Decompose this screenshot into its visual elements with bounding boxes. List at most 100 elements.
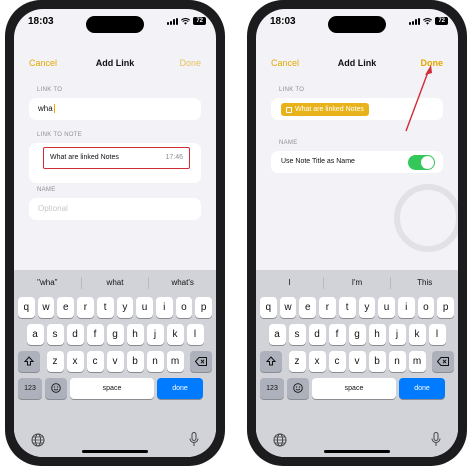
screen-right: 18:03 72 Cancel Add Link Done LINK TO Wh… [256, 9, 458, 457]
delete-key[interactable] [432, 351, 454, 372]
key-u[interactable]: u [378, 297, 395, 318]
name-field[interactable]: Optional [29, 198, 201, 220]
key-a[interactable]: a [268, 324, 286, 345]
note-suggestion-item[interactable]: What are linked Notes 17:46 [43, 147, 190, 169]
key-q[interactable]: q [259, 297, 277, 318]
key-m[interactable]: m [408, 351, 426, 372]
key-j[interactable]: j [388, 324, 406, 345]
key-a[interactable]: a [26, 324, 44, 345]
key-e[interactable]: e [57, 297, 75, 318]
mic-icon[interactable] [189, 432, 199, 447]
key-f[interactable]: f [86, 324, 104, 345]
globe-icon[interactable] [31, 433, 45, 447]
suggestion-3[interactable]: what's [149, 274, 216, 292]
key-y[interactable]: y [116, 297, 134, 318]
shift-key[interactable] [260, 351, 282, 372]
key-row-3: z x c v b n m [18, 351, 212, 372]
keyboard: "wha" what what's q w e r t y u i o p a … [14, 270, 216, 457]
status-icons: 72 [167, 17, 206, 25]
key-s[interactable]: s [288, 324, 306, 345]
key-l[interactable]: l [428, 324, 446, 345]
screenshot-pair: 18:03 72 Cancel Add Link Done LINK TO wh… [0, 0, 474, 466]
key-s[interactable]: s [46, 324, 64, 345]
key-f[interactable]: f [328, 324, 346, 345]
key-k[interactable]: k [408, 324, 426, 345]
emoji-icon [293, 383, 303, 393]
key-c[interactable]: c [328, 351, 346, 372]
key-y[interactable]: y [358, 297, 376, 318]
key-x[interactable]: x [308, 351, 326, 372]
key-z[interactable]: z [288, 351, 306, 372]
space-key[interactable]: space [312, 378, 396, 399]
key-h[interactable]: h [126, 324, 144, 345]
mic-icon[interactable] [431, 432, 441, 447]
key-w[interactable]: w [279, 297, 297, 318]
key-i[interactable]: i [155, 297, 173, 318]
key-b[interactable]: b [368, 351, 386, 372]
phone-right: 18:03 72 Cancel Add Link Done LINK TO Wh… [247, 0, 467, 466]
key-z[interactable]: z [46, 351, 64, 372]
key-l[interactable]: l [186, 324, 204, 345]
key-n[interactable]: n [146, 351, 164, 372]
key-row-2: a s d f g h j k l [268, 324, 446, 345]
emoji-key[interactable] [287, 378, 309, 399]
home-indicator [324, 450, 390, 453]
done-key[interactable]: done [157, 378, 203, 399]
nav-bar: Cancel Add Link Done [14, 58, 216, 74]
emoji-key[interactable] [45, 378, 67, 399]
key-c[interactable]: c [86, 351, 104, 372]
key-o[interactable]: o [175, 297, 193, 318]
key-o[interactable]: o [417, 297, 435, 318]
space-key[interactable]: space [70, 378, 154, 399]
globe-icon[interactable] [273, 433, 287, 447]
key-p[interactable]: p [437, 297, 455, 318]
key-k[interactable]: k [166, 324, 184, 345]
done-key[interactable]: done [399, 378, 445, 399]
key-w[interactable]: w [37, 297, 55, 318]
delete-key[interactable] [190, 351, 212, 372]
name-placeholder: Optional [38, 204, 68, 213]
key-r[interactable]: r [77, 297, 94, 318]
suggestion-2[interactable]: what [82, 274, 149, 292]
note-suggestions-list: What are linked Notes 17:46 [29, 143, 201, 183]
key-h[interactable]: h [368, 324, 386, 345]
shift-key[interactable] [18, 351, 40, 372]
dynamic-island [86, 16, 144, 33]
numbers-key[interactable]: 123 [260, 378, 284, 399]
key-d[interactable]: d [308, 324, 326, 345]
key-g[interactable]: g [106, 324, 124, 345]
link-to-input[interactable]: wha [38, 104, 55, 114]
key-v[interactable]: v [106, 351, 124, 372]
status-time: 18:03 [28, 16, 54, 27]
key-m[interactable]: m [166, 351, 184, 372]
suggestion-1[interactable]: "wha" [14, 274, 81, 292]
key-t[interactable]: t [338, 297, 356, 318]
key-b[interactable]: b [126, 351, 144, 372]
key-x[interactable]: x [66, 351, 84, 372]
key-g[interactable]: g [348, 324, 366, 345]
key-t[interactable]: t [96, 297, 114, 318]
key-i[interactable]: i [397, 297, 415, 318]
suggestion-2[interactable]: I'm [324, 274, 391, 292]
key-p[interactable]: p [195, 297, 213, 318]
key-n[interactable]: n [388, 351, 406, 372]
key-r[interactable]: r [319, 297, 336, 318]
key-row-4: 123 space done [260, 378, 454, 399]
key-j[interactable]: j [146, 324, 164, 345]
delete-icon [436, 357, 449, 366]
screen-left: 18:03 72 Cancel Add Link Done LINK TO wh… [14, 9, 216, 457]
done-button[interactable]: Done [179, 58, 201, 68]
key-q[interactable]: q [17, 297, 35, 318]
numbers-key[interactable]: 123 [18, 378, 42, 399]
key-e[interactable]: e [299, 297, 317, 318]
name-label: NAME [37, 187, 56, 193]
link-to-field[interactable]: wha [29, 98, 201, 120]
suggestion-3[interactable]: This [391, 274, 458, 292]
emoji-icon [51, 383, 61, 393]
key-d[interactable]: d [66, 324, 84, 345]
suggestion-1[interactable]: I [256, 274, 323, 292]
key-v[interactable]: v [348, 351, 366, 372]
phone-left: 18:03 72 Cancel Add Link Done LINK TO wh… [5, 0, 225, 466]
key-u[interactable]: u [136, 297, 153, 318]
suggestion-bar: I I'm This [256, 274, 458, 292]
